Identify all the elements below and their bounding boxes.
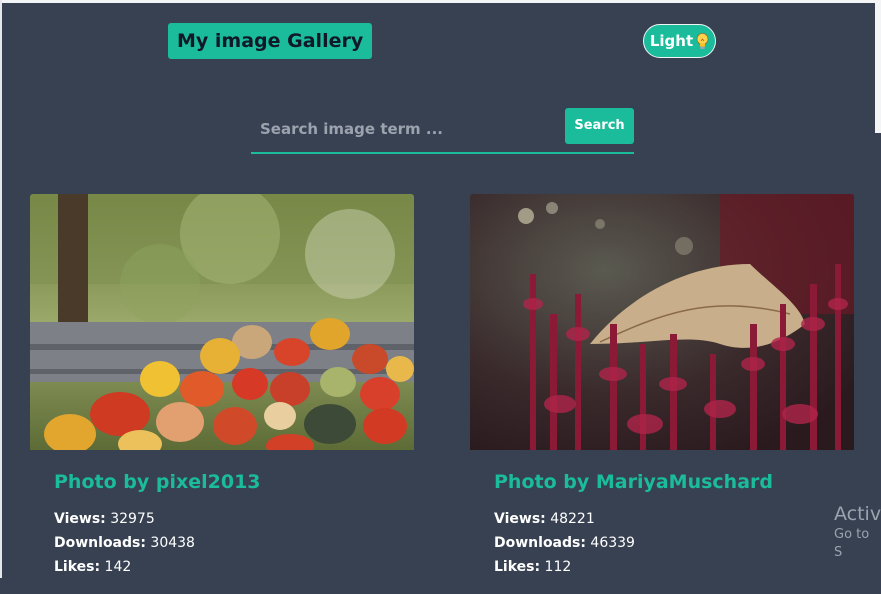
downloads-value: 30438 <box>150 535 195 551</box>
search-button[interactable]: Search <box>565 108 634 144</box>
downloads-label: Downloads: <box>54 535 146 551</box>
watermark-line2: Go to S <box>834 527 870 560</box>
photo-author: Photo by MariyaMuschard <box>494 471 773 493</box>
lightbulb-icon <box>696 32 709 49</box>
theme-toggle-label: Light <box>649 32 694 50</box>
views-label: Views: <box>494 511 546 527</box>
downloads-stat: Downloads: 30438 <box>54 531 404 555</box>
likes-label: Likes: <box>494 559 541 575</box>
autumn-leaf-heather-photo[interactable] <box>470 194 854 450</box>
window-top-border <box>0 0 881 3</box>
image-card: Photo by MariyaMuschard Views: 48221 Dow… <box>470 194 854 594</box>
likes-value: 112 <box>544 559 572 575</box>
activation-watermark: Activ Go to S <box>834 502 881 562</box>
search-form: Search <box>251 108 634 154</box>
downloads-value: 46339 <box>590 535 635 551</box>
pumpkins-photo[interactable] <box>30 194 414 450</box>
downloads-stat: Downloads: 46339 <box>494 531 844 555</box>
search-input[interactable] <box>258 116 552 142</box>
watermark-line1: Activ <box>834 503 881 525</box>
views-stat: Views: 32975 <box>54 507 404 531</box>
image-card: Photo by pixel2013 Views: 32975 Download… <box>30 194 414 594</box>
page-title: My image Gallery <box>168 23 373 59</box>
views-value: 32975 <box>110 511 155 527</box>
window-left-border <box>0 0 2 578</box>
scrollbar[interactable] <box>875 3 881 133</box>
downloads-label: Downloads: <box>494 535 586 551</box>
likes-value: 142 <box>104 559 132 575</box>
views-stat: Views: 48221 <box>494 507 844 531</box>
photo-author: Photo by pixel2013 <box>54 471 261 493</box>
likes-stat: Likes: 142 <box>54 555 404 579</box>
views-label: Views: <box>54 511 106 527</box>
theme-toggle-button[interactable]: Light <box>643 24 716 58</box>
likes-label: Likes: <box>54 559 101 575</box>
likes-stat: Likes: 112 <box>494 555 844 579</box>
views-value: 48221 <box>550 511 595 527</box>
